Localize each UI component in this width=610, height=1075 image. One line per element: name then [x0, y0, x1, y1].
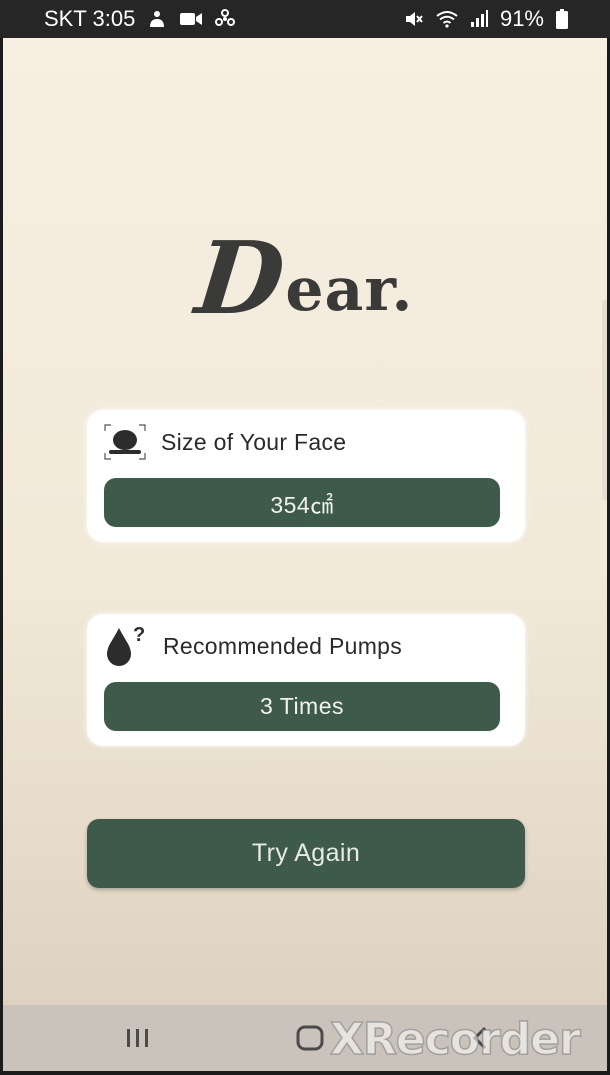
- battery-percent: 91%: [499, 6, 544, 31]
- signal-icon: [470, 10, 488, 28]
- try-again-button[interactable]: Try Again: [87, 819, 525, 888]
- face-size-card: Size of Your Face 354㎠: [87, 410, 525, 542]
- wifi-icon: [436, 10, 458, 28]
- status-left: SKT 3:05: [44, 6, 236, 32]
- drop-question-icon: ?: [103, 624, 149, 668]
- app-screen: D ear. Size of Your Face 354㎠ ? Recommen…: [3, 38, 607, 1005]
- pumps-card: ? Recommended Pumps 3 Times: [87, 614, 525, 746]
- svg-text:?: ?: [133, 624, 145, 646]
- video-record-icon: [179, 10, 203, 28]
- face-size-title: Size of Your Face: [161, 428, 347, 455]
- face-size-header: Size of Your Face: [103, 424, 346, 460]
- carrier-time: SKT 3:05: [44, 6, 136, 31]
- notification-icon: [147, 9, 167, 29]
- recorder-watermark: XRecorder: [329, 1013, 581, 1066]
- battery-icon: [556, 9, 568, 29]
- logo-initial: D: [190, 219, 290, 337]
- recents-button[interactable]: [113, 1005, 163, 1071]
- pumps-header: ? Recommended Pumps: [103, 624, 403, 666]
- home-button[interactable]: [285, 1005, 335, 1071]
- face-size-value: 354㎠: [104, 478, 500, 527]
- status-bar: SKT 3:05 91%: [0, 0, 610, 38]
- app-logo: D ear.: [3, 219, 607, 337]
- mute-icon: [404, 9, 424, 29]
- recents-icon: [125, 1027, 151, 1049]
- status-right: 91%: [404, 6, 568, 32]
- logo-wordmark: ear.: [285, 255, 414, 325]
- pumps-title: Recommended Pumps: [163, 632, 403, 659]
- fan-icon: [215, 9, 236, 29]
- home-icon: [296, 1025, 324, 1051]
- pumps-value: 3 Times: [104, 682, 500, 731]
- face-scan-icon: [103, 423, 147, 461]
- edge-panel-handle[interactable]: [602, 300, 607, 500]
